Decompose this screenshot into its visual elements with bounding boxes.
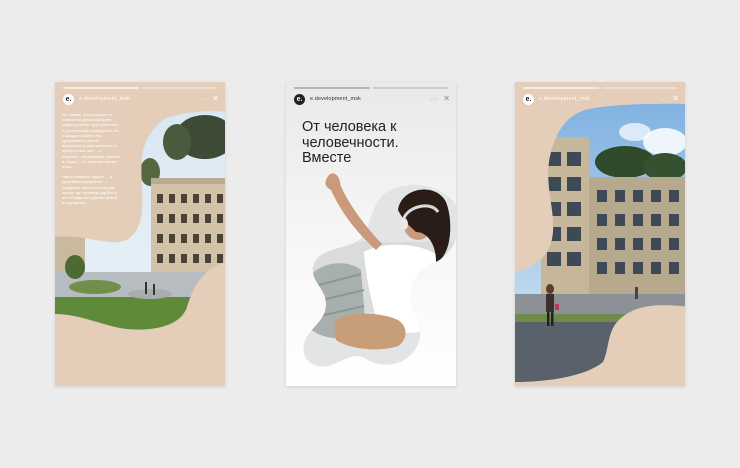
close-icon[interactable]: ✕ <box>443 95 450 103</box>
story-3-header: e. e.development_msk ··· ✕ <box>523 92 679 106</box>
story-card-1[interactable]: e. e.development_msk ··· ✕ Мы знаем, что… <box>55 82 225 386</box>
more-options-icon[interactable]: ··· <box>199 96 208 103</box>
story-card-3[interactable]: e. e.development_msk ··· ✕ <box>515 82 685 386</box>
story-1-header: e. e.development_msk ··· ✕ <box>63 92 219 106</box>
close-icon[interactable]: ✕ <box>212 95 219 103</box>
account-name[interactable]: e.development_msk <box>539 96 590 102</box>
account-name[interactable]: e.development_msk <box>310 96 361 102</box>
close-icon[interactable]: ✕ <box>672 95 679 103</box>
account-avatar[interactable]: e. <box>523 93 534 105</box>
story-2-header: e. e.development_msk ··· ✕ <box>294 92 450 106</box>
story-3-artwork <box>515 82 685 386</box>
story-1-text: Мы знаем, что решение по стоимости дома … <box>62 112 120 210</box>
account-avatar[interactable]: e. <box>63 93 74 105</box>
story-1-paragraph-2: Наша ближнее задача — в душевном измерен… <box>62 174 117 206</box>
story-1-paragraph-1: Мы знаем, что решение по стоимости дома … <box>62 112 120 170</box>
more-options-icon[interactable]: ··· <box>430 96 439 103</box>
story-2-headline: От человека к человечности. Вместе <box>302 119 399 166</box>
account-avatar[interactable]: e. <box>294 93 305 105</box>
account-name[interactable]: e.development_msk <box>79 96 130 102</box>
story-card-2[interactable]: e. e.development_msk ··· ✕ От человека к… <box>286 82 456 386</box>
more-options-icon[interactable]: ··· <box>659 96 668 103</box>
